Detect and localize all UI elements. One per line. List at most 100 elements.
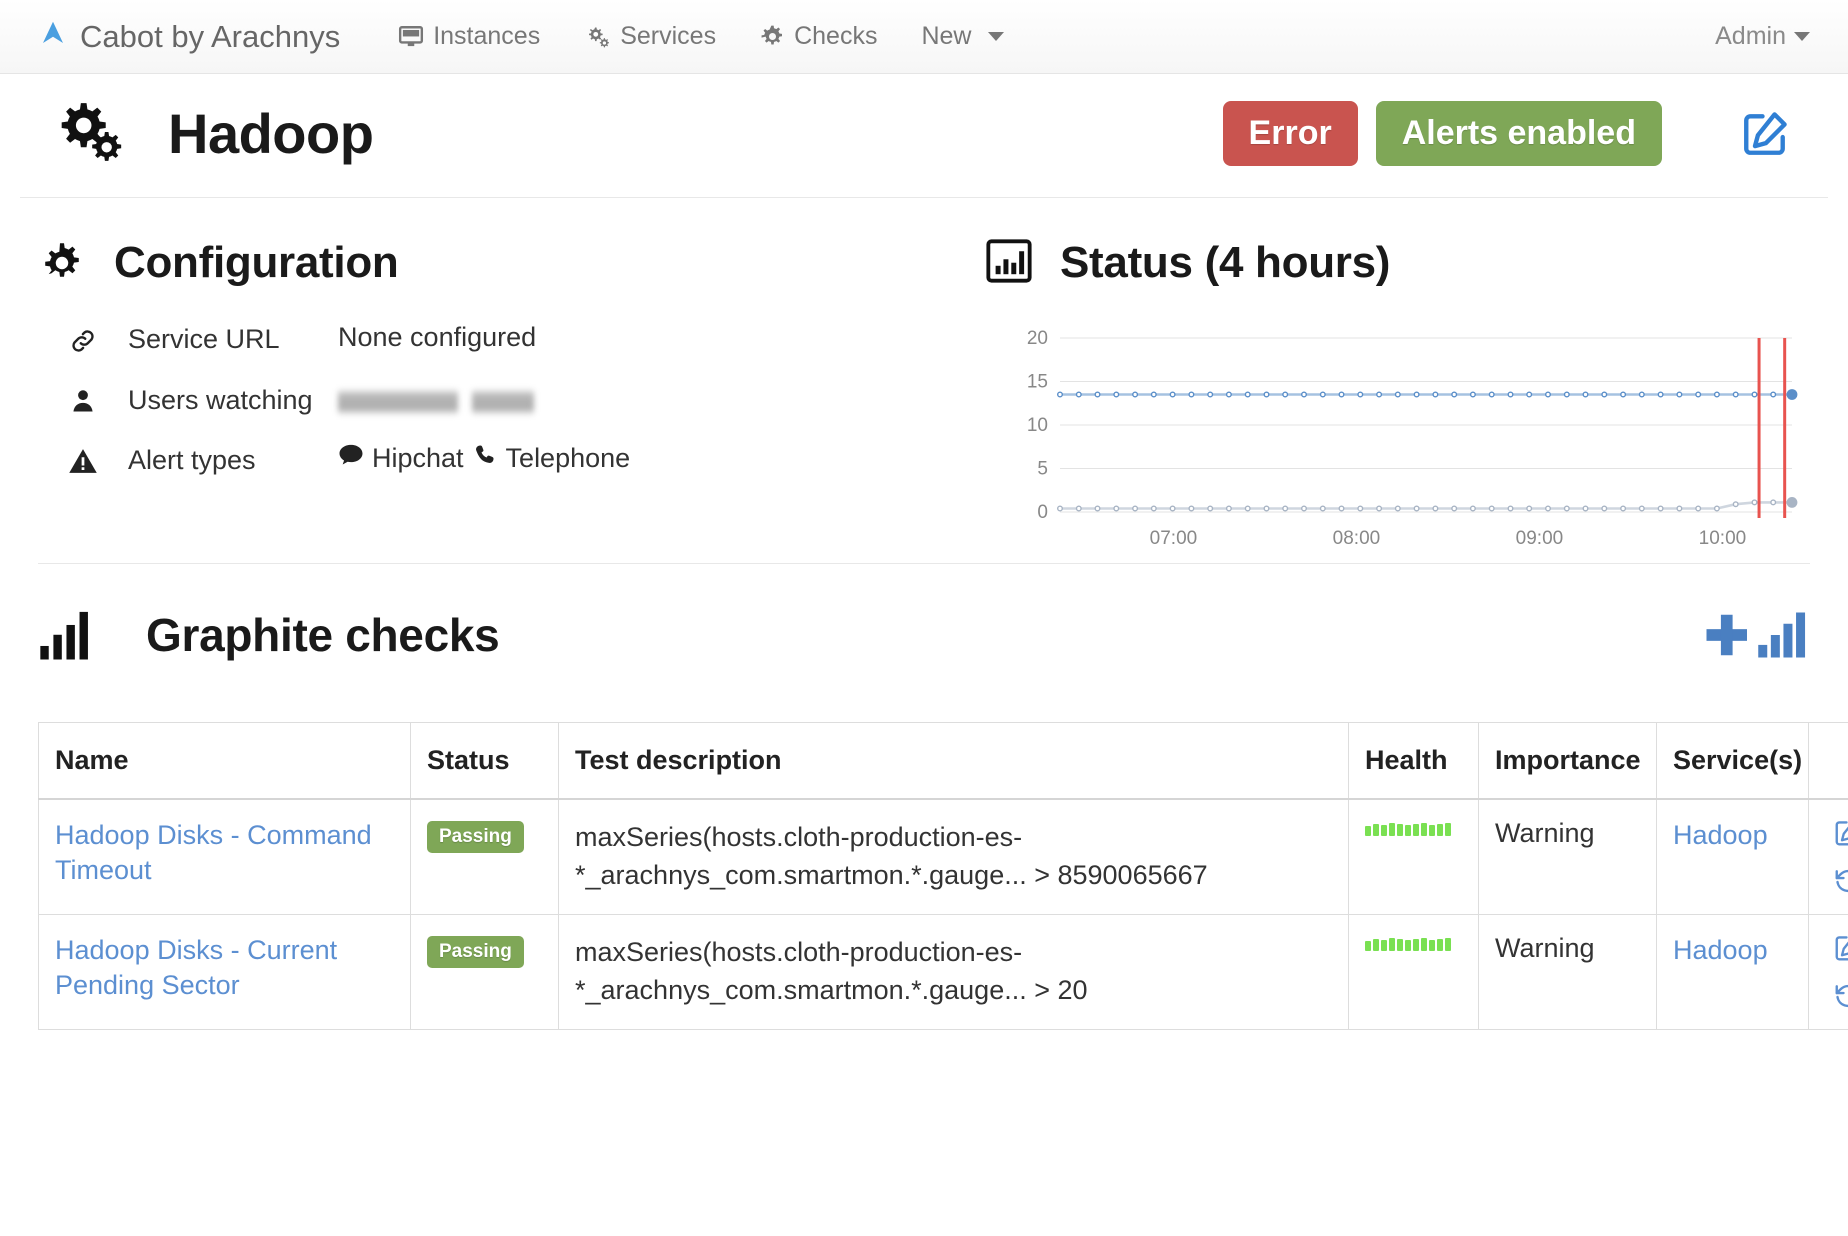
cell-description: maxSeries(hosts.cloth-production-es-*_ar… — [559, 799, 1349, 915]
svg-text:20: 20 — [1027, 328, 1048, 349]
edit-square-icon[interactable] — [1833, 933, 1848, 963]
gear-icon — [760, 24, 785, 49]
nav-label: Services — [620, 22, 716, 51]
column-header-services[interactable]: Service(s) — [1657, 723, 1809, 800]
svg-text:07:00: 07:00 — [1150, 528, 1198, 549]
cell-name: Hadoop Disks - Current Pending Sector — [39, 915, 411, 1030]
graphite-checks-section: Graphite checks Name Status Test descrip… — [38, 563, 1810, 1030]
configuration-panel: Configuration Service URL None configure… — [38, 238, 966, 563]
svg-text:08:00: 08:00 — [1333, 528, 1381, 549]
plus-bar-chart-icon[interactable] — [1702, 608, 1810, 662]
config-value-alert-types: Hipchat Telephone — [338, 443, 630, 474]
status-pill: Passing — [427, 936, 524, 968]
bar-chart-boxed-icon — [986, 239, 1032, 288]
row-action-group — [1825, 933, 1848, 1011]
config-row-alert-types: Alert types Hipchat Telephone — [38, 443, 966, 478]
top-navbar: Cabot by Arachnys Instances Services — [0, 0, 1848, 74]
cell-description: maxSeries(hosts.cloth-production-es-*_ar… — [559, 915, 1349, 1030]
cell-actions — [1809, 915, 1848, 1030]
column-header-importance[interactable]: Importance — [1479, 723, 1657, 800]
row-action-group — [1825, 818, 1848, 896]
cell-health — [1349, 915, 1479, 1030]
check-name-link[interactable]: Hadoop Disks - Command Timeout — [55, 818, 394, 888]
graphite-header: Graphite checks — [38, 608, 1810, 662]
config-label: Users watching — [128, 383, 338, 418]
status-panel: Status (4 hours) 0510152007:0008:0009:00… — [966, 238, 1810, 563]
link-icon — [38, 322, 128, 356]
alert-type-label: Telephone — [506, 443, 631, 474]
configuration-title: Configuration — [114, 238, 399, 288]
column-header-description[interactable]: Test description — [559, 723, 1349, 800]
config-row-users-watching: Users watching — [38, 383, 966, 418]
cell-health — [1349, 799, 1479, 915]
nav-item-checks[interactable]: Checks — [760, 22, 877, 51]
column-header-actions — [1809, 723, 1848, 800]
column-header-status[interactable]: Status — [411, 723, 559, 800]
column-header-health[interactable]: Health — [1349, 723, 1479, 800]
check-description: maxSeries(hosts.cloth-production-es-*_ar… — [575, 818, 1332, 895]
config-row-service-url: Service URL None configured — [38, 322, 966, 357]
page-header-actions: Error Alerts enabled — [1223, 101, 1790, 166]
refresh-icon[interactable] — [1833, 866, 1848, 896]
nav-item-services[interactable]: Services — [584, 22, 716, 51]
svg-text:5: 5 — [1037, 459, 1048, 480]
svg-text:10: 10 — [1027, 415, 1048, 436]
svg-text:09:00: 09:00 — [1516, 528, 1564, 549]
status-header: Status (4 hours) — [986, 238, 1810, 288]
cell-name: Hadoop Disks - Command Timeout — [39, 799, 411, 915]
svg-text:10:00: 10:00 — [1699, 528, 1747, 549]
brand-link[interactable]: Cabot by Arachnys — [38, 18, 340, 56]
gears-icon — [584, 24, 611, 50]
main-content: Configuration Service URL None configure… — [0, 198, 1848, 563]
gears-icon — [58, 100, 126, 167]
cell-status: Passing — [411, 915, 559, 1030]
nav-item-instances[interactable]: Instances — [398, 22, 540, 51]
phone-icon — [474, 443, 498, 474]
status-badge[interactable]: Error — [1223, 101, 1358, 166]
config-value-service-url: None configured — [338, 322, 536, 353]
cell-service: Hadoop — [1657, 799, 1809, 915]
service-link[interactable]: Hadoop — [1673, 818, 1768, 853]
graphite-checks-table: Name Status Test description Health Impo… — [38, 722, 1848, 1030]
status-title: Status (4 hours) — [1060, 238, 1390, 288]
user-icon — [38, 383, 128, 415]
nav-label: Instances — [433, 22, 540, 51]
cell-importance: Warning — [1479, 915, 1657, 1030]
config-label: Alert types — [128, 443, 338, 478]
service-link[interactable]: Hadoop — [1673, 933, 1768, 968]
page-header: Hadoop Error Alerts enabled — [20, 74, 1828, 198]
caret-down-icon — [988, 32, 1004, 41]
arrow-up-logo-icon — [38, 18, 68, 56]
table-header-row: Name Status Test description Health Impo… — [39, 723, 1848, 800]
nav-label: Checks — [794, 22, 877, 51]
health-sparkline — [1365, 933, 1462, 951]
warning-triangle-icon — [38, 443, 128, 475]
user-menu[interactable]: Admin — [1715, 22, 1810, 51]
config-label: Service URL — [128, 322, 338, 357]
status-chart-svg[interactable]: 0510152007:0008:0009:0010:00 — [1000, 328, 1810, 558]
check-description: maxSeries(hosts.cloth-production-es-*_ar… — [575, 933, 1332, 1010]
svg-text:0: 0 — [1037, 502, 1048, 523]
check-name-link[interactable]: Hadoop Disks - Current Pending Sector — [55, 933, 394, 1003]
edit-square-icon[interactable] — [1740, 109, 1790, 159]
page-title: Hadoop — [168, 101, 373, 166]
cell-importance: Warning — [1479, 799, 1657, 915]
comment-icon — [338, 443, 364, 474]
bar-chart-icon — [38, 608, 108, 662]
caret-down-icon — [1794, 32, 1810, 41]
alerts-toggle-button[interactable]: Alerts enabled — [1376, 101, 1662, 166]
alert-type-label: Hipchat — [372, 443, 464, 474]
refresh-icon[interactable] — [1833, 981, 1848, 1011]
edit-square-icon[interactable] — [1833, 818, 1848, 848]
table-row: Hadoop Disks - Command Timeout Passing max… — [39, 799, 1848, 915]
alert-type-hipchat: Hipchat — [338, 443, 464, 474]
configuration-header: Configuration — [38, 238, 966, 288]
cell-service: Hadoop — [1657, 915, 1809, 1030]
config-value-users-watching — [338, 383, 534, 415]
status-chart[interactable]: 0510152007:0008:0009:0010:00 — [986, 328, 1810, 563]
nav-item-new[interactable]: New — [921, 22, 1004, 51]
nav-label: New — [921, 22, 971, 51]
status-pill: Passing — [427, 821, 524, 853]
column-header-name[interactable]: Name — [39, 723, 411, 800]
cell-status: Passing — [411, 799, 559, 915]
